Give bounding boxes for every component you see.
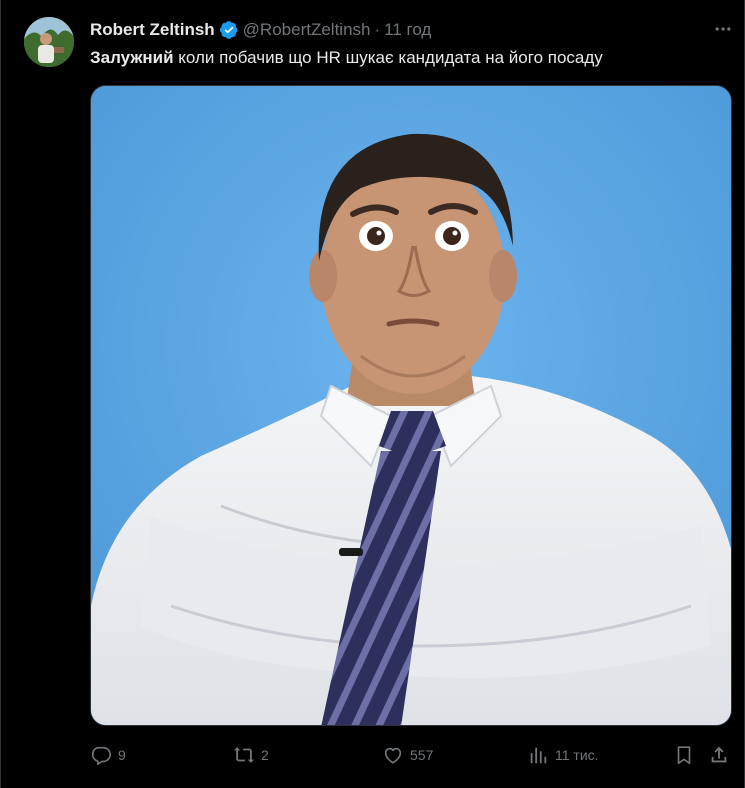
tweet-text: Залужний коли побачив що HR шукає кандид… <box>90 46 603 70</box>
reply-count: 9 <box>118 747 126 763</box>
bar-chart-icon <box>530 747 547 764</box>
tweet-header: Robert Zeltinsh @RobertZeltinsh · 11 год <box>90 19 431 41</box>
repost-count: 2 <box>261 747 269 763</box>
bookmark-icon <box>677 746 691 765</box>
author-handle[interactable]: @RobertZeltinsh <box>243 19 371 41</box>
tweet-card[interactable]: Robert Zeltinsh @RobertZeltinsh · 11 год… <box>0 0 745 788</box>
tweet-text-rest: коли побачив що HR шукає кандидата на йо… <box>173 48 603 67</box>
verified-badge-icon[interactable] <box>219 20 239 40</box>
share-upload-icon <box>711 746 727 763</box>
repost-arrows-icon <box>233 747 255 763</box>
reply-bubble-icon <box>91 746 111 765</box>
author-avatar[interactable] <box>24 17 74 67</box>
tweet-media-image[interactable] <box>90 85 732 726</box>
author-name[interactable]: Robert Zeltinsh <box>90 19 215 41</box>
like-button[interactable]: 557 <box>382 744 433 766</box>
bookmark-button[interactable] <box>673 744 695 766</box>
like-count: 557 <box>410 747 434 763</box>
more-options-button[interactable] <box>712 18 734 40</box>
repost-button[interactable]: 2 <box>233 744 269 766</box>
more-horizontal-icon <box>715 27 731 31</box>
separator-dot: · <box>374 20 381 39</box>
tweet-action-bar: 9 2 557 11 тис. <box>90 744 735 768</box>
views-button[interactable]: 11 тис. <box>527 744 599 766</box>
heart-icon <box>384 747 402 764</box>
avatar-image <box>24 17 74 67</box>
reply-button[interactable]: 9 <box>90 744 126 766</box>
share-button[interactable] <box>708 744 730 766</box>
tweet-text-bold: Залужний <box>90 48 174 67</box>
tweet-timestamp[interactable]: 11 год <box>384 19 431 41</box>
views-count: 11 тис. <box>555 747 599 763</box>
photo-man-in-shirt-and-tie <box>91 86 731 725</box>
